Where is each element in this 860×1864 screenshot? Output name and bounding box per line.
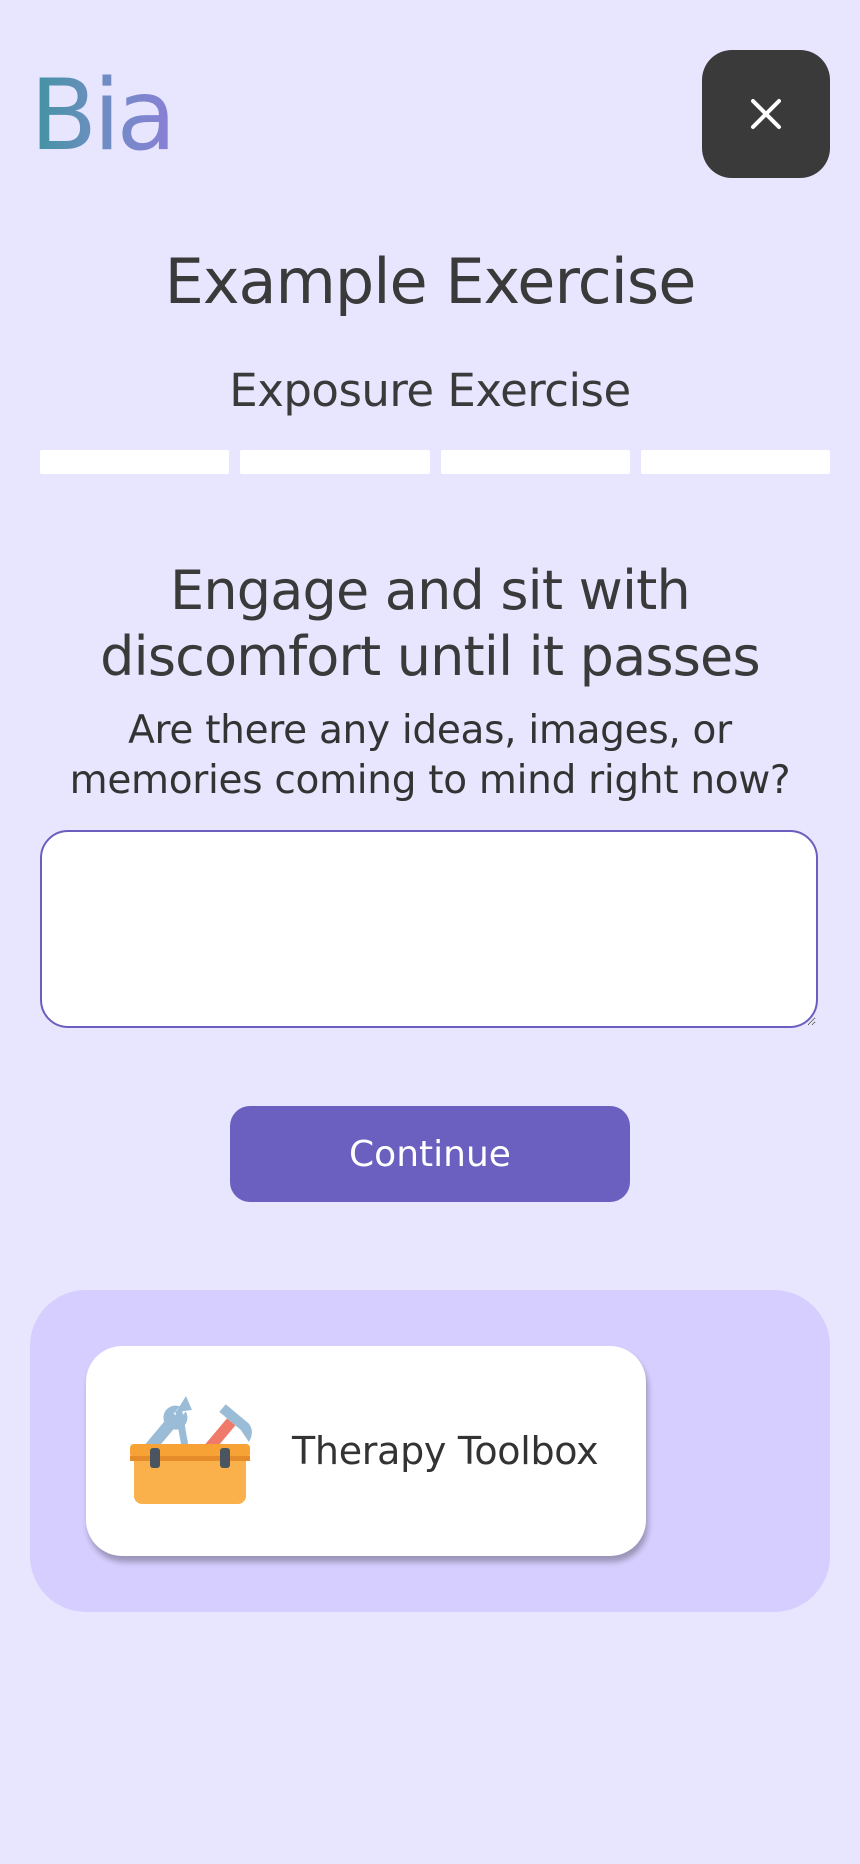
answer-textarea[interactable] xyxy=(40,830,818,1028)
progress-segment xyxy=(640,450,830,474)
app-logo: Bia xyxy=(30,56,177,176)
progress-segment xyxy=(440,450,630,474)
progress-bar xyxy=(40,450,830,474)
progress-segment xyxy=(40,450,230,474)
continue-button[interactable]: Continue xyxy=(230,1106,630,1202)
page-title: Example Exercise xyxy=(164,245,697,318)
toolbox-icon xyxy=(130,1396,252,1504)
close-button[interactable] xyxy=(702,50,830,178)
progress-segment xyxy=(240,450,430,474)
close-icon xyxy=(751,99,781,129)
step-question: Are there any ideas, images, or memories… xyxy=(69,708,791,803)
step-heading: Engage and sit with discomfort until it … xyxy=(100,559,760,688)
therapy-toolbox-card[interactable]: Therapy Toolbox xyxy=(86,1346,646,1556)
page-subtitle: Exposure Exercise xyxy=(229,364,631,417)
therapy-toolbox-label: Therapy Toolbox xyxy=(292,1429,599,1473)
toolbox-panel: Therapy Toolbox xyxy=(30,1290,830,1612)
